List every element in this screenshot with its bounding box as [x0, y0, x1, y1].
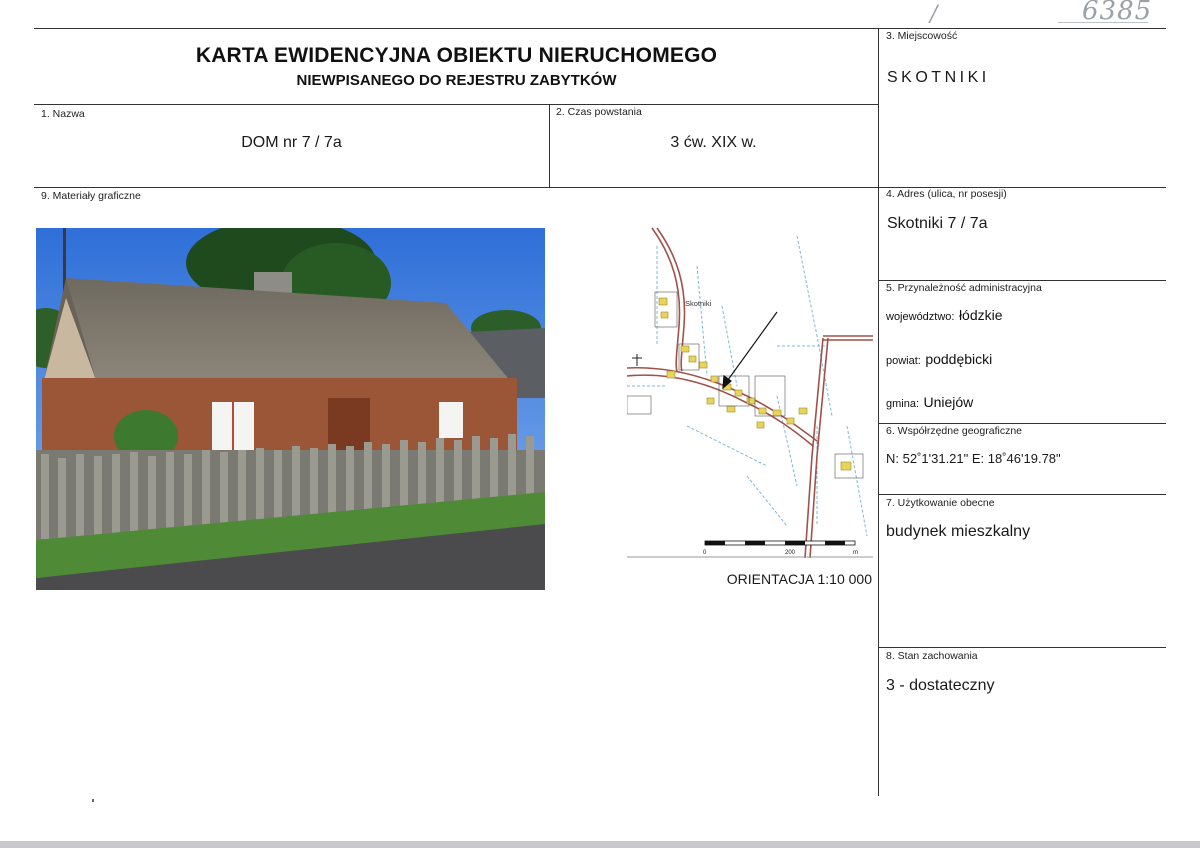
- title-bottom-border: [34, 104, 878, 105]
- gmina-label: gmina:: [886, 398, 920, 410]
- location-map: Skotniki 0 200 m: [627, 226, 873, 558]
- powiat-value: poddębicki: [925, 351, 993, 367]
- scan-bottom-edge: [0, 841, 1200, 848]
- card-subtitle: NIEWPISANEGO DO REJESTRU ZABYTKÓW: [296, 72, 617, 89]
- field6-bottom-border: [878, 494, 1166, 495]
- top-border: [34, 28, 1166, 29]
- stan-label: 8. Stan zachowania: [886, 650, 978, 662]
- miejscowosc-label: 3. Miejscowość: [886, 30, 958, 42]
- uzytkowanie-label: 7. Użytkowanie obecne: [886, 497, 995, 509]
- miejscowosc-value: SKOTNIKI: [887, 69, 990, 86]
- right-column-divider: [878, 28, 879, 796]
- stray-dot: [92, 799, 94, 802]
- card-title: KARTA EWIDENCYJNA OBIEKTU NIERUCHOMEGO: [195, 44, 718, 67]
- handwritten-mark: /: [930, 2, 938, 27]
- scale-unit: m: [853, 550, 858, 556]
- map-place-label: Skotniki: [685, 299, 712, 308]
- powiat-label: powiat:: [886, 355, 921, 367]
- uzytkowanie-value: budynek mieszkalny: [886, 523, 1031, 540]
- stan-value: 3 - dostateczny: [886, 677, 995, 694]
- nazwa-label: 1. Nazwa: [41, 108, 85, 120]
- czas-label: 2. Czas powstania: [556, 106, 642, 118]
- handwritten-underline: [1058, 22, 1148, 23]
- nazwa-value: DOM nr 7 / 7a: [241, 134, 342, 151]
- wojewodztwo-label: województwo:: [886, 311, 955, 323]
- adres-value: Skotniki 7 / 7a: [887, 215, 988, 232]
- adres-label: 4. Adres (ulica, nr posesji): [886, 188, 1007, 200]
- scale-mid: 200: [785, 550, 796, 556]
- house-photo-illustration: [36, 228, 545, 590]
- field5-bottom-border: [878, 423, 1166, 424]
- wojewodztwo-row: województwo: łódzkie: [886, 307, 1003, 325]
- map-orientation: ORIENTACJA 1:10 000: [726, 571, 872, 587]
- przynaleznosc-label: 5. Przynależność administracyjna: [886, 282, 1042, 294]
- house-photo: [36, 228, 545, 590]
- czas-value: 3 ćw. XIX w.: [670, 134, 757, 151]
- location-map-drawing: Skotniki 0 200 m: [627, 226, 873, 558]
- gmina-row: gmina: Uniejów: [886, 394, 973, 412]
- powiat-row: powiat: poddębicki: [886, 351, 992, 369]
- field7-bottom-border: [878, 647, 1166, 648]
- wspolrzedne-value: N: 52˚1'31.21" E: 18˚46'19.78": [886, 451, 1061, 466]
- wojewodztwo-value: łódzkie: [958, 307, 1003, 323]
- materialy-label: 9. Materiały graficzne: [41, 190, 141, 202]
- gmina-value: Uniejów: [923, 394, 974, 410]
- wspolrzedne-label: 6. Współrzędne geograficzne: [886, 425, 1022, 437]
- field4-bottom-border: [878, 280, 1166, 281]
